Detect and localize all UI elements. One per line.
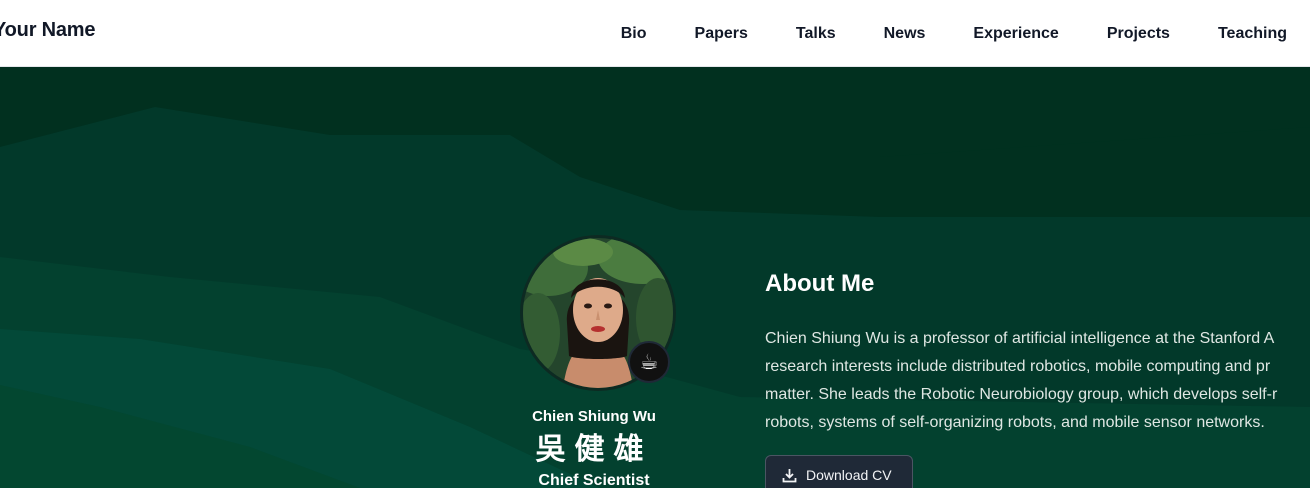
nav-link-experience[interactable]: Experience (973, 25, 1058, 43)
profile-name: Chien Shiung Wu (532, 408, 656, 425)
about-line: robots, systems of self-organizing robot… (765, 414, 1265, 431)
download-cv-label: Download CV (806, 467, 892, 483)
download-cv-button[interactable]: Download CV (765, 455, 913, 488)
hero-section: ☕ Chien Shiung Wu 吳健雄 Chief Scientist Ab… (0, 67, 1310, 488)
about-text: Chien Shiung Wu is a professor of artifi… (765, 325, 1310, 437)
download-icon (782, 468, 797, 483)
about-line: matter. She leads the Robotic Neurobiolo… (765, 386, 1278, 403)
profile-role: Chief Scientist (538, 472, 650, 488)
nav-link-projects[interactable]: Projects (1107, 25, 1170, 43)
nav-links: Bio Papers Talks News Experience Project… (573, 0, 1287, 67)
nav-link-teaching[interactable]: Teaching (1218, 25, 1287, 43)
about-line: Chien Shiung Wu is a professor of artifi… (765, 330, 1275, 347)
nav-link-talks[interactable]: Talks (796, 25, 836, 43)
status-emoji-badge: ☕ (628, 341, 670, 383)
top-navbar: Your Name Bio Papers Talks News Experien… (0, 0, 1310, 67)
site-brand[interactable]: Your Name (0, 19, 96, 42)
about-title: About Me (765, 270, 875, 297)
nav-link-bio[interactable]: Bio (621, 25, 647, 43)
about-line: research interests include distributed r… (765, 358, 1271, 375)
nav-link-papers[interactable]: Papers (695, 25, 748, 43)
profile-name-cjk: 吳健雄 (535, 432, 653, 467)
profile-avatar-wrap: ☕ (520, 235, 676, 391)
nav-link-news[interactable]: News (884, 25, 926, 43)
